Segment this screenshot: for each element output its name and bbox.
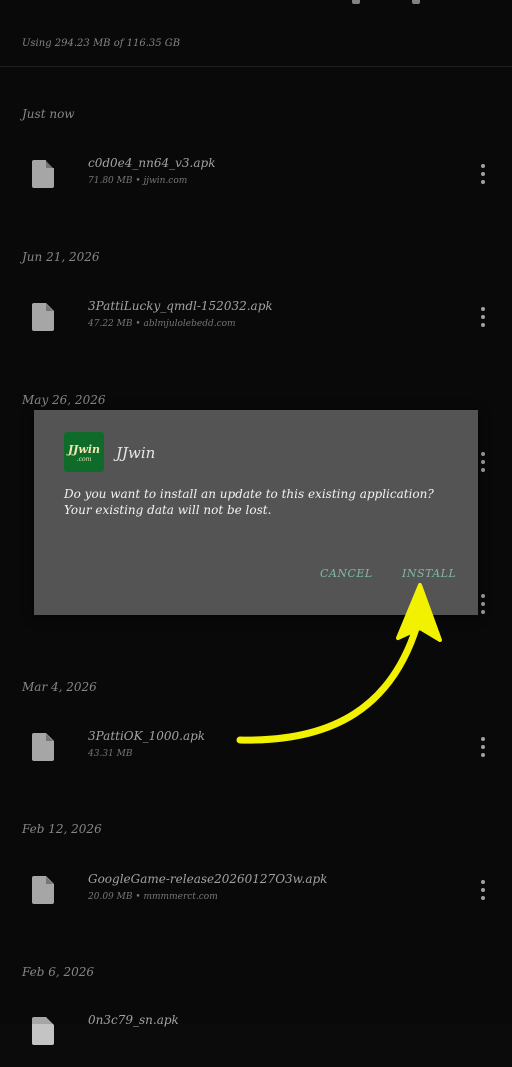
install-button[interactable]: INSTALL — [398, 565, 460, 582]
dialog-message-line1: Do you want to install an update to this… — [64, 487, 434, 501]
install-dialog: JJwin .com JJwin Do you want to install … — [34, 410, 478, 615]
app-name: JJwin — [116, 444, 156, 462]
app-icon: JJwin .com — [64, 432, 104, 472]
app-icon-text: JJwin — [67, 443, 101, 456]
cancel-button[interactable]: CANCEL — [316, 565, 377, 582]
dialog-message: Do you want to install an update to this… — [64, 486, 464, 518]
dialog-message-line2: Your existing data will not be lost. — [64, 503, 272, 517]
app-icon-subtext: .com — [76, 456, 92, 463]
